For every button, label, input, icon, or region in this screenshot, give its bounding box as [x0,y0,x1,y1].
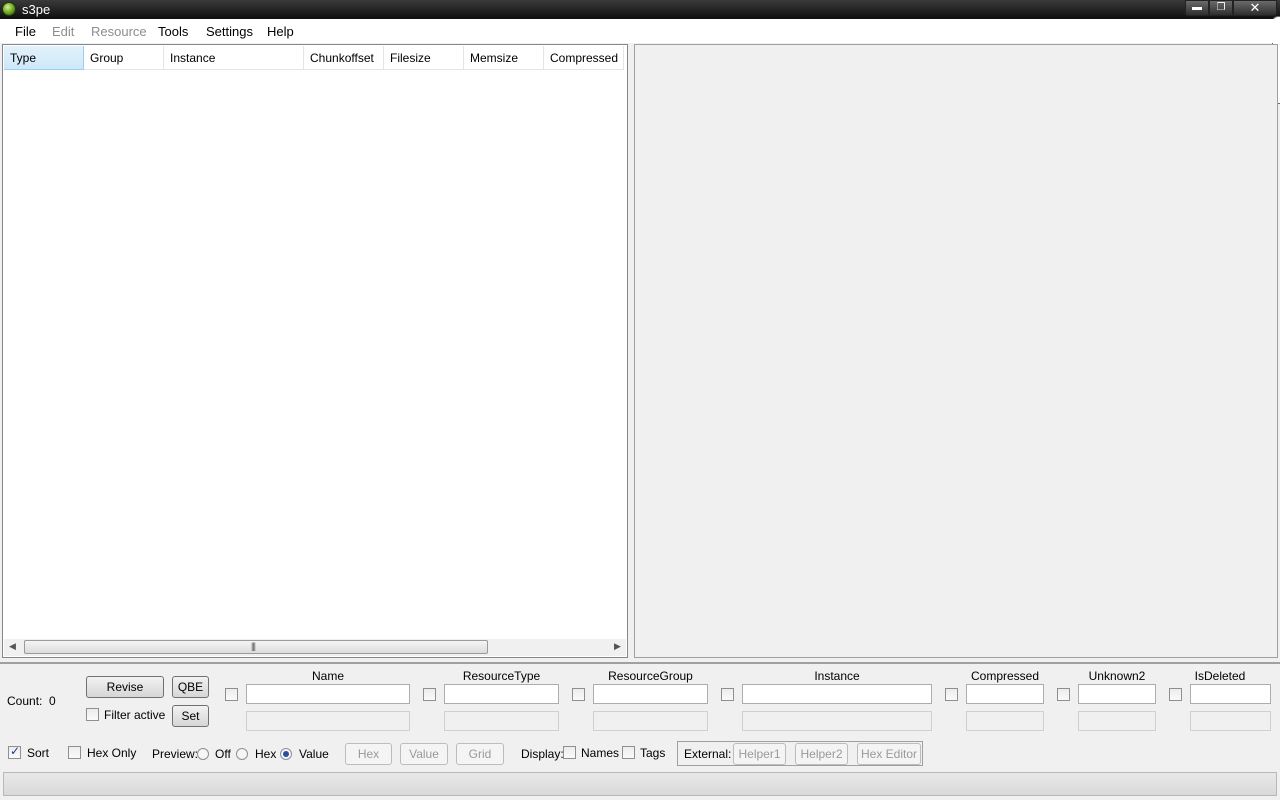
field-title-compressed: Compressed [970,669,1040,683]
column-header-memsize[interactable]: Memsize [464,46,544,70]
preview-off-label: Off [215,747,231,761]
preview-hex-radio[interactable] [236,748,248,760]
app-icon [2,2,16,16]
field-title-resourcetype: ResourceType [462,669,541,683]
status-bar [3,772,1277,796]
grip-icon: ||| [251,641,256,651]
minimize-button[interactable]: ▬ [1185,0,1209,16]
filter-active-checkbox[interactable] [86,708,99,721]
hex-only-checkbox[interactable] [68,746,81,759]
field-title-resourcegroup: ResourceGroup [608,669,693,683]
count-label: Count: [7,694,43,708]
compressed-filter-input[interactable] [966,684,1044,704]
value-button[interactable]: Value [400,743,448,765]
field-title-name: Name [311,669,344,683]
hex-only-label: Hex Only [87,746,137,760]
field-title-instance: Instance [814,669,860,683]
menu-file[interactable]: File [15,24,36,39]
sort-checkbox[interactable] [8,744,21,759]
names-label: Names [581,746,620,760]
column-header-compressed[interactable]: Compressed [544,46,624,70]
qbe-button[interactable]: QBE [172,676,209,698]
isdeleted-value-field [1190,711,1271,731]
compressed-filter-checkbox[interactable] [945,688,958,701]
compressed-value-field [966,711,1044,731]
resourcegroup-value-field [593,711,708,731]
resourcegroup-filter-checkbox[interactable] [572,688,585,701]
sort-label: Sort [27,746,50,760]
instance-filter-checkbox[interactable] [721,688,734,701]
tags-checkbox[interactable] [622,746,635,759]
window-title: s3pe [22,2,51,17]
resourcetype-filter-input[interactable] [444,684,559,704]
resourcetype-value-field [444,711,559,731]
scroll-thumb[interactable]: ||| [24,640,488,654]
name-filter-checkbox[interactable] [225,688,238,701]
preview-hex-label: Hex [255,747,277,761]
unknown2-filter-checkbox[interactable] [1057,688,1070,701]
menu-help[interactable]: Help [267,24,294,39]
helper2-button[interactable]: Helper2 [795,743,848,765]
close-button[interactable]: ✕ [1233,0,1277,16]
column-header-instance[interactable]: Instance [164,46,304,70]
field-title-isdeleted: IsDeleted [1194,669,1246,683]
column-header-group[interactable]: Group [84,46,164,70]
menu-edit[interactable]: Edit [52,24,74,39]
unknown2-value-field [1078,711,1156,731]
instance-value-field [742,711,932,731]
column-header-filesize[interactable]: Filesize [384,46,464,70]
grid-button[interactable]: Grid [456,743,504,765]
display-label: Display: [521,747,564,761]
instance-filter-input[interactable] [742,684,932,704]
count-value: 0 [49,694,56,708]
preview-pane [634,44,1278,658]
tags-label: Tags [640,746,666,760]
title-bar: s3pe ▬ ❐ ✕ [0,0,1280,19]
external-label: External: [684,747,732,761]
menu-tools[interactable]: Tools [158,24,188,39]
field-title-unknown2: Unknown2 [1088,669,1146,683]
preview-off-radio[interactable] [197,748,209,760]
horizontal-scrollbar[interactable]: ◀ ||| ▶ [4,639,626,656]
scroll-left-icon[interactable]: ◀ [9,641,16,652]
hex-editor-button[interactable]: Hex Editor [857,743,921,765]
menu-settings[interactable]: Settings [206,24,253,39]
preview-label: Preview: [152,747,199,761]
resourcegroup-filter-input[interactable] [593,684,708,704]
menu-resource[interactable]: Resource [91,24,147,39]
isdeleted-filter-checkbox[interactable] [1169,688,1182,701]
hex-button[interactable]: Hex [345,743,392,765]
name-filter-input[interactable] [246,684,410,704]
set-button[interactable]: Set [172,705,209,727]
bottom-divider [0,662,1280,664]
resourcetype-filter-checkbox[interactable] [423,688,436,701]
preview-value-label: Value [299,747,329,761]
revise-button[interactable]: Revise [86,676,164,698]
resource-list[interactable]: Type Group Instance Chunkoffset Filesize… [2,44,628,658]
column-header-type[interactable]: Type [4,46,84,70]
filter-active-label: Filter active [104,708,166,722]
isdeleted-filter-input[interactable] [1190,684,1271,704]
unknown2-filter-input[interactable] [1078,684,1156,704]
column-header-chunkoffset[interactable]: Chunkoffset [304,46,384,70]
helper1-button[interactable]: Helper1 [733,743,786,765]
name-value-field [246,711,410,731]
maximize-button[interactable]: ❐ [1209,0,1233,16]
scroll-right-icon[interactable]: ▶ [614,641,621,652]
preview-value-radio[interactable] [280,748,292,760]
names-checkbox[interactable] [563,746,576,759]
menu-bar: File Edit Resource Tools Settings Help [0,19,1276,43]
